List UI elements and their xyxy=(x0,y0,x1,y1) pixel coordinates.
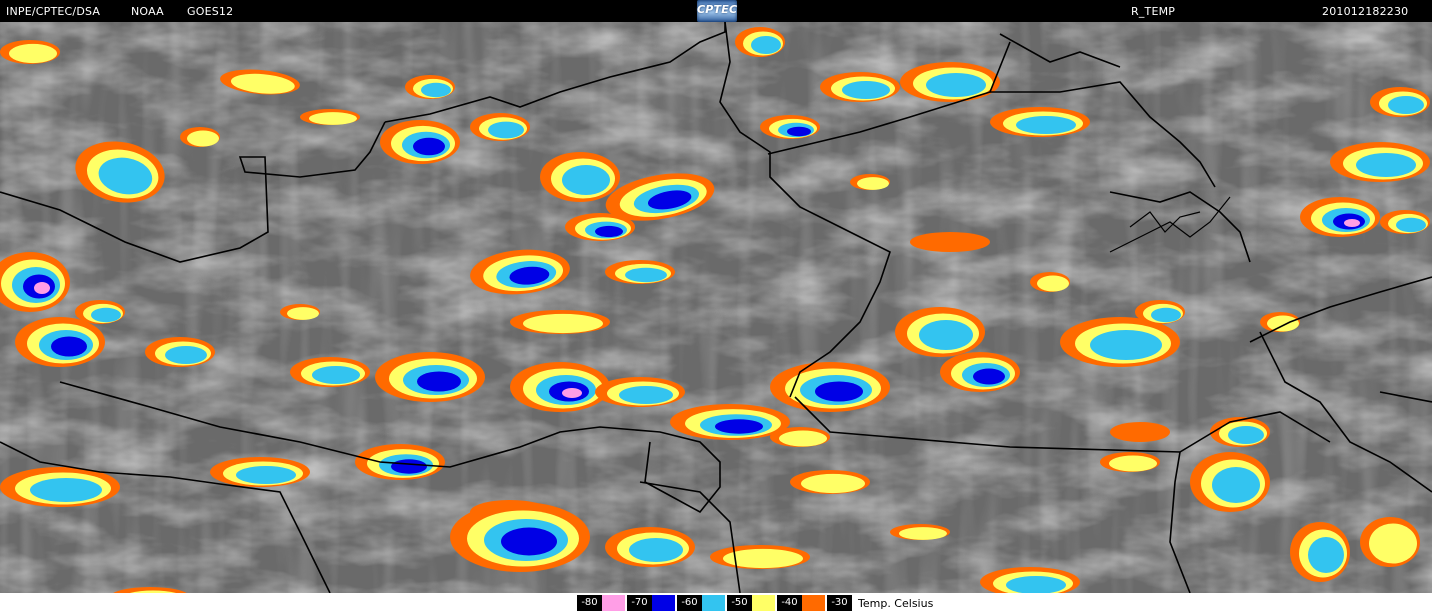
storm-band xyxy=(910,232,990,252)
storm-band xyxy=(523,313,603,334)
legend-swatch xyxy=(652,595,675,611)
storm-band xyxy=(842,81,890,99)
storm-band xyxy=(779,430,827,447)
legend-label: -40 xyxy=(777,595,802,611)
logo-text: CPTEC xyxy=(697,3,738,16)
storm-band xyxy=(1109,455,1157,472)
storm-band xyxy=(34,282,50,294)
storm-band xyxy=(91,307,121,323)
storm-band xyxy=(236,466,296,484)
storm-band xyxy=(857,177,889,190)
storm-band xyxy=(619,386,673,404)
legend-entry: -60 xyxy=(677,594,725,612)
storm-band xyxy=(1016,116,1076,134)
timestamp-label: 201012182230 xyxy=(1322,5,1409,18)
storm-band xyxy=(751,36,781,54)
storm-band xyxy=(1356,153,1416,177)
storm-band xyxy=(787,126,811,137)
legend-swatch xyxy=(752,595,775,611)
storm-band xyxy=(9,43,57,64)
legend-label: -80 xyxy=(577,595,602,611)
storm-band xyxy=(391,459,427,474)
cptec-logo: CPTEC xyxy=(697,0,737,22)
source-label: INPE/CPTEC/DSA xyxy=(6,5,101,18)
legend-swatch xyxy=(702,595,725,611)
storm-band xyxy=(165,346,207,364)
storm-band xyxy=(1369,523,1417,564)
storm-band xyxy=(417,371,461,392)
storm-band xyxy=(1110,422,1170,442)
legend-entry: -40 xyxy=(777,594,825,612)
storm-band xyxy=(1344,219,1360,227)
storm-band xyxy=(625,267,667,283)
storm-band xyxy=(595,225,623,238)
storm-band xyxy=(1388,96,1424,114)
storm-band xyxy=(899,527,947,540)
legend-entry: -50 xyxy=(727,594,775,612)
storm-band xyxy=(801,473,865,494)
storm-band xyxy=(562,165,610,195)
storm-band xyxy=(312,366,360,384)
storm-band xyxy=(1308,537,1344,573)
storm-band xyxy=(1037,275,1069,292)
satellite-label: GOES12 xyxy=(187,5,234,18)
storm-band xyxy=(488,121,524,139)
storm-band xyxy=(1396,217,1426,233)
legend-title: Temp. Celsius xyxy=(858,596,934,610)
storm-band xyxy=(187,130,219,147)
storm-band xyxy=(562,388,582,398)
storm-band xyxy=(973,368,1005,385)
agency-label: NOAA xyxy=(131,5,164,18)
legend-label: -50 xyxy=(727,595,752,611)
product-label: R_TEMP xyxy=(1131,5,1176,18)
storm-band xyxy=(1212,467,1260,503)
legend-label: -70 xyxy=(627,595,652,611)
temperature-legend: -80 -70 -60 -50 -40 -30 Temp. Celsius xyxy=(577,594,1007,612)
storm-band xyxy=(715,419,763,434)
legend-swatch xyxy=(602,595,625,611)
legend-entry: -30 xyxy=(827,594,852,612)
storm-band xyxy=(421,82,451,98)
storm-band xyxy=(413,137,445,156)
storm-band xyxy=(287,307,319,320)
storm-band xyxy=(51,336,87,357)
satellite-imagery xyxy=(0,22,1432,593)
storm-band xyxy=(926,73,986,97)
storm-band xyxy=(1151,307,1181,323)
legend-swatch xyxy=(802,595,825,611)
storm-band xyxy=(629,538,683,562)
legend-entry: -70 xyxy=(627,594,675,612)
storm-band xyxy=(1228,426,1264,444)
storm-band xyxy=(815,381,863,402)
satellite-map xyxy=(0,22,1432,593)
storm-band xyxy=(1090,330,1162,360)
storm-band xyxy=(501,527,557,556)
header-bar: INPE/CPTEC/DSA NOAA GOES12 R_TEMP 201012… xyxy=(0,0,1432,22)
storm-band xyxy=(1267,315,1299,332)
legend-entry: -80 xyxy=(577,594,625,612)
storm-band xyxy=(30,478,102,502)
storm-band xyxy=(919,320,973,350)
legend-label: -60 xyxy=(677,595,702,611)
storm-band xyxy=(309,112,357,125)
legend-label: -30 xyxy=(827,595,852,611)
